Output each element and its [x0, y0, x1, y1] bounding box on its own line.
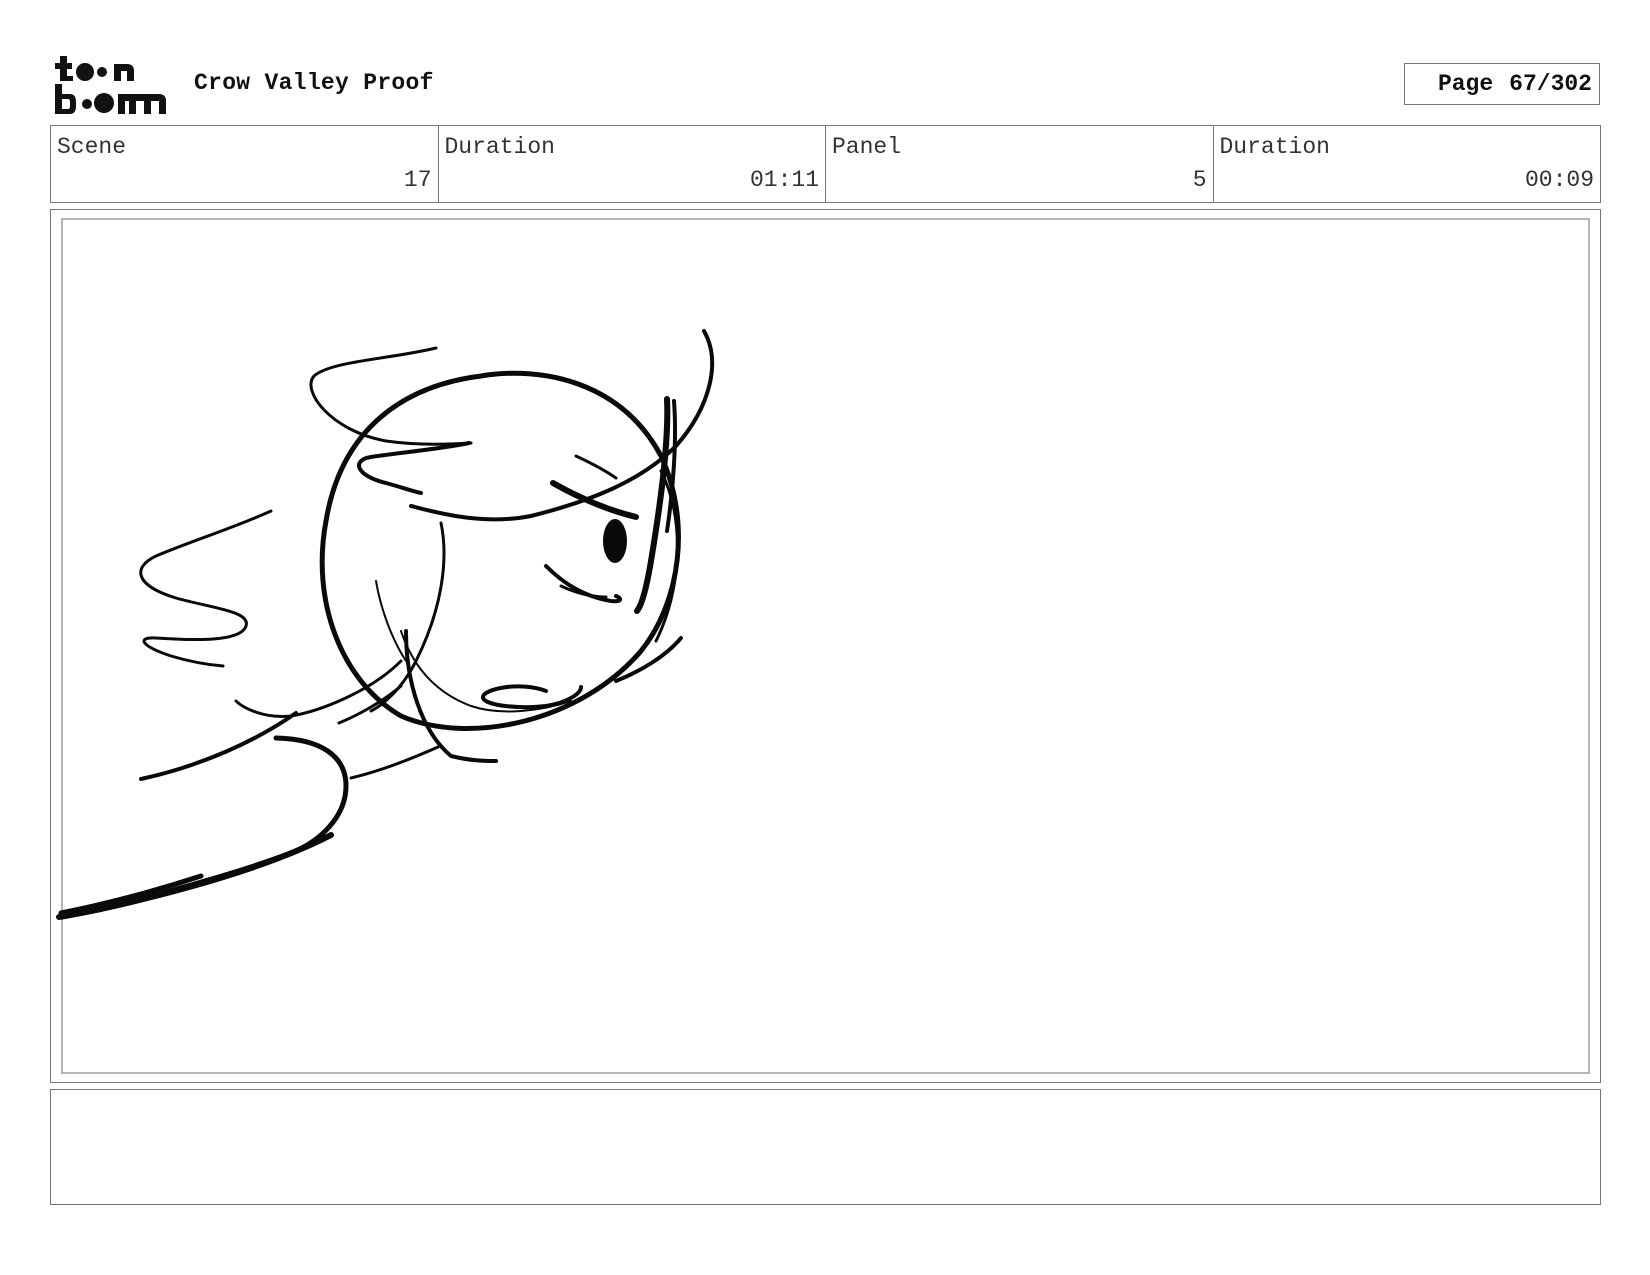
- notes-box: [50, 1089, 1601, 1205]
- page-counter: Page 67/302: [1404, 63, 1600, 105]
- panel-cell: Panel 5: [826, 126, 1214, 202]
- scene-duration-value: 01:11: [749, 167, 819, 193]
- project-title: Crow Valley Proof: [194, 70, 434, 96]
- page-number: 67/302: [1509, 71, 1592, 97]
- scene-cell: Scene 17: [51, 126, 439, 202]
- toon-boom-logo: [55, 56, 166, 114]
- panel-number: 5: [1192, 167, 1207, 193]
- panel-info-row: Scene 17 Duration 01:11 Panel 5 Duration…: [50, 125, 1601, 203]
- storyboard-panel: [50, 209, 1601, 1083]
- page-label: Page: [1437, 71, 1494, 97]
- scene-number: 17: [403, 167, 432, 193]
- panel-label: Panel: [832, 134, 902, 160]
- panel-duration-cell: Duration 00:09: [1214, 126, 1601, 202]
- panel-sketch-drawing: [56, 329, 715, 920]
- scene-duration-cell: Duration 01:11: [439, 126, 826, 202]
- panel-duration-value: 00:09: [1524, 167, 1594, 193]
- scene-duration-label: Duration: [444, 134, 555, 160]
- panel-duration-label: Duration: [1219, 134, 1330, 160]
- scene-label: Scene: [57, 134, 127, 160]
